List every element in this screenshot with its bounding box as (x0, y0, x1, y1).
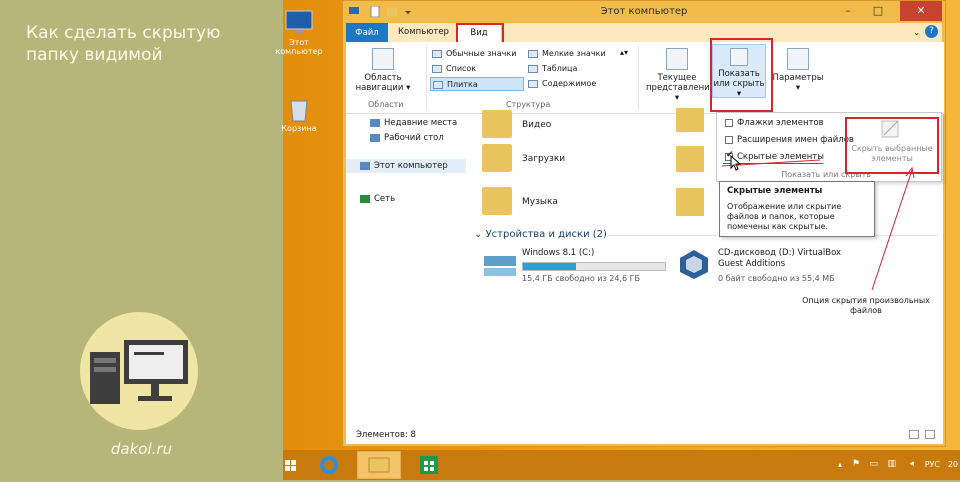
flag-icon[interactable]: ⚑ (852, 459, 860, 469)
start-button[interactable] (283, 451, 299, 479)
taskbar: ▴ ⚑ ▭ ▥ ◂ РУС 20 (283, 450, 960, 480)
windows-icon (285, 460, 296, 471)
annotation-text: Опция скрытия произвольных файлов (802, 296, 930, 315)
store-icon (420, 456, 438, 474)
taskbar-explorer[interactable] (357, 451, 401, 479)
taskbar-ie[interactable] (307, 451, 351, 479)
monitor-tray-icon[interactable]: ▭ (869, 459, 878, 469)
language-indicator[interactable]: РУС (925, 460, 940, 469)
clock[interactable]: 20 (948, 460, 958, 469)
folder-icon (368, 457, 390, 473)
annotation-arrows (721, 159, 915, 291)
taskbar-store[interactable] (407, 451, 451, 479)
network-tray-icon[interactable]: ▥ (887, 459, 896, 469)
internet-explorer-icon (320, 456, 338, 474)
tray-up-icon[interactable]: ▴ (838, 460, 842, 469)
volume-icon[interactable]: ◂ (909, 459, 914, 469)
